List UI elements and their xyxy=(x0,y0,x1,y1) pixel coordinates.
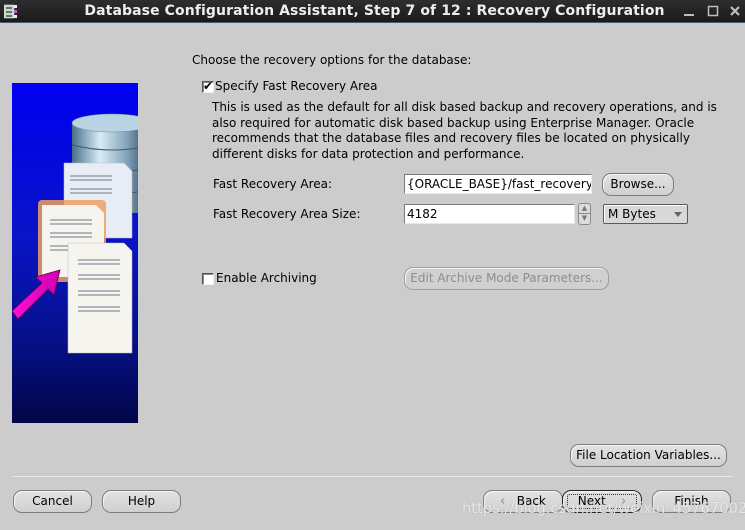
close-icon xyxy=(730,6,740,16)
fast-recovery-area-label: Fast Recovery Area: xyxy=(213,177,333,191)
fast-recovery-description: This is used as the default for all disk… xyxy=(212,100,717,161)
fast-recovery-area-size-label: Fast Recovery Area Size: xyxy=(213,207,361,221)
size-unit-select[interactable]: M Bytes xyxy=(603,204,688,224)
size-unit-value: M Bytes xyxy=(608,207,656,221)
edit-archive-mode-parameters-button[interactable]: Edit Archive Mode Parameters... xyxy=(404,267,609,290)
minimize-button[interactable] xyxy=(683,5,695,17)
enable-archiving-label[interactable]: Enable Archiving xyxy=(216,271,317,285)
spinner-down-button[interactable]: ▼ xyxy=(578,214,591,225)
maximize-button[interactable] xyxy=(707,5,719,17)
arrow-icon xyxy=(12,269,61,320)
spinner-up-button[interactable]: ▲ xyxy=(578,203,591,214)
help-button[interactable]: Help xyxy=(102,490,181,513)
fast-recovery-area-input[interactable]: {ORACLE_BASE}/fast_recovery_a xyxy=(404,174,592,194)
database-documents-illustration xyxy=(12,113,138,354)
checkmark-icon: ✔ xyxy=(203,79,214,93)
close-button[interactable] xyxy=(729,5,741,17)
size-spinner[interactable]: ▲ ▼ xyxy=(578,203,591,225)
cancel-button[interactable]: Cancel xyxy=(13,490,92,513)
window-title: Database Configuration Assistant, Step 7… xyxy=(84,3,665,19)
intro-text: Choose the recovery options for the data… xyxy=(192,53,472,67)
watermark: https://blog.csdn.net/weixin_45767002 xyxy=(462,499,745,517)
minimize-icon xyxy=(684,14,694,16)
document-icon xyxy=(67,242,133,354)
maximize-icon xyxy=(707,5,719,17)
title-bar: Database Configuration Assistant, Step 7… xyxy=(0,0,745,23)
footer-separator xyxy=(12,476,733,477)
fast-recovery-area-size-input[interactable]: 4182 xyxy=(404,204,575,224)
specify-fast-recovery-label[interactable]: Specify Fast Recovery Area xyxy=(215,79,377,93)
browse-button[interactable]: Browse... xyxy=(602,173,674,196)
wizard-illustration xyxy=(12,83,138,423)
chevron-down-icon xyxy=(674,212,682,217)
specify-fast-recovery-checkbox[interactable]: ✔ xyxy=(202,79,214,93)
file-location-variables-button[interactable]: File Location Variables... xyxy=(570,444,727,467)
enable-archiving-checkbox[interactable] xyxy=(202,273,214,285)
